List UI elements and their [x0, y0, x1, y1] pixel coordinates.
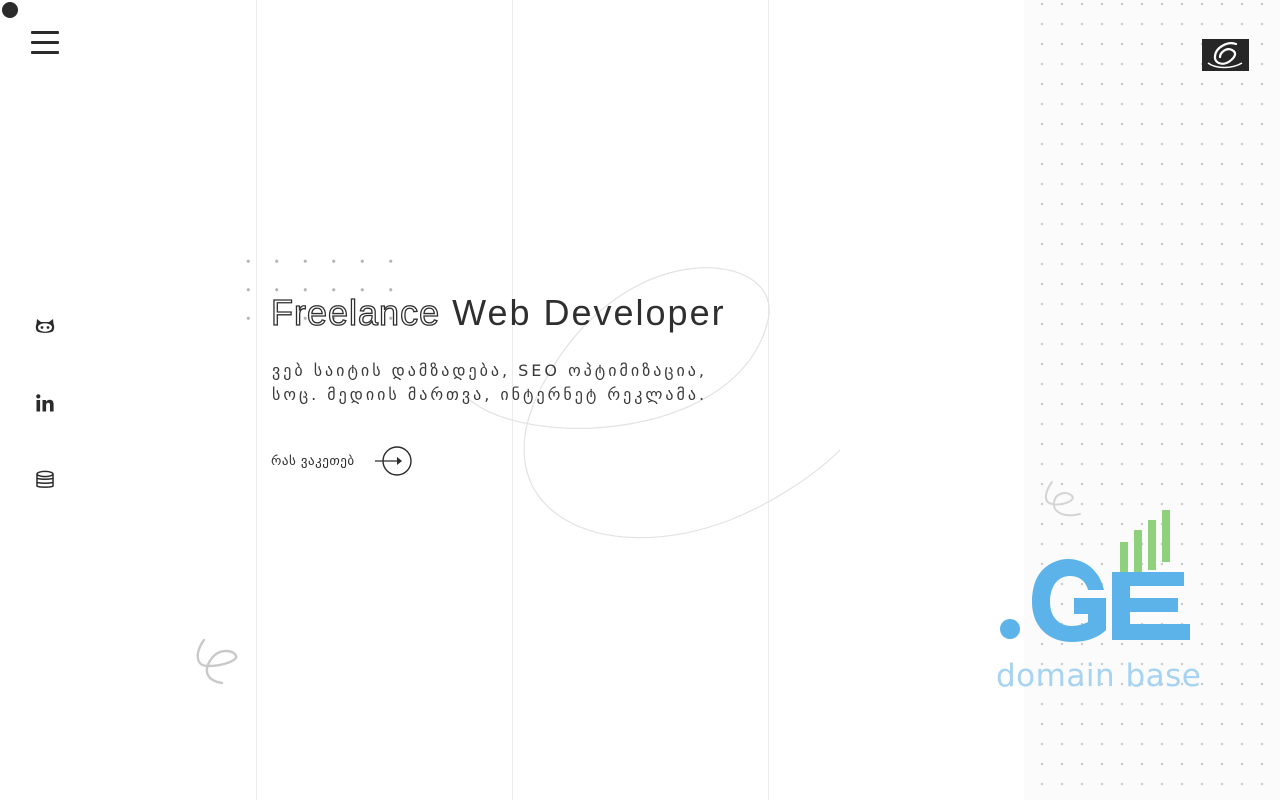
grid-line — [256, 0, 257, 800]
e-logo-icon — [1202, 39, 1249, 71]
hero-subtitle: ვებ საიტის დამზადება, SEO ოპტიმიზაცია, ს… — [272, 359, 742, 407]
menu-bar — [31, 41, 59, 44]
hero-title-rest: Web Developer — [452, 292, 726, 333]
cursor-dot — [2, 2, 18, 18]
e-swirl-icon — [196, 638, 238, 685]
linkedin-icon — [36, 394, 54, 412]
hero-title-outline-word: Freelance — [270, 291, 441, 333]
page: Freelance Web Developer ვებ საიტის დამზა… — [0, 0, 1280, 800]
linkedin-link[interactable] — [33, 391, 57, 415]
domain-base-caption: domain base — [996, 658, 1202, 694]
hero-subtitle-line: სოც. მედიის მართვა, ინტერნეტ რეკლამა. — [272, 385, 708, 404]
menu-bar — [31, 51, 59, 54]
hero-title: Freelance Web Developer — [270, 291, 726, 334]
cta-label: რას ვაკეთებ — [271, 453, 355, 469]
menu-button[interactable] — [31, 31, 59, 55]
github-icon — [35, 319, 55, 333]
hero-subtitle-line: ვებ საიტის დამზადება, SEO ოპტიმიზაცია, — [272, 361, 707, 380]
what-i-do-link[interactable]: რას ვაკეთებ — [271, 445, 415, 477]
database-link[interactable] — [33, 468, 57, 492]
github-link[interactable] — [33, 314, 57, 338]
arrow-circle-icon — [374, 446, 412, 476]
hamburger-menu-icon — [31, 31, 59, 34]
database-icon — [36, 470, 54, 488]
ge-domain-logo — [1000, 481, 1190, 642]
site-logo[interactable] — [1202, 39, 1249, 71]
